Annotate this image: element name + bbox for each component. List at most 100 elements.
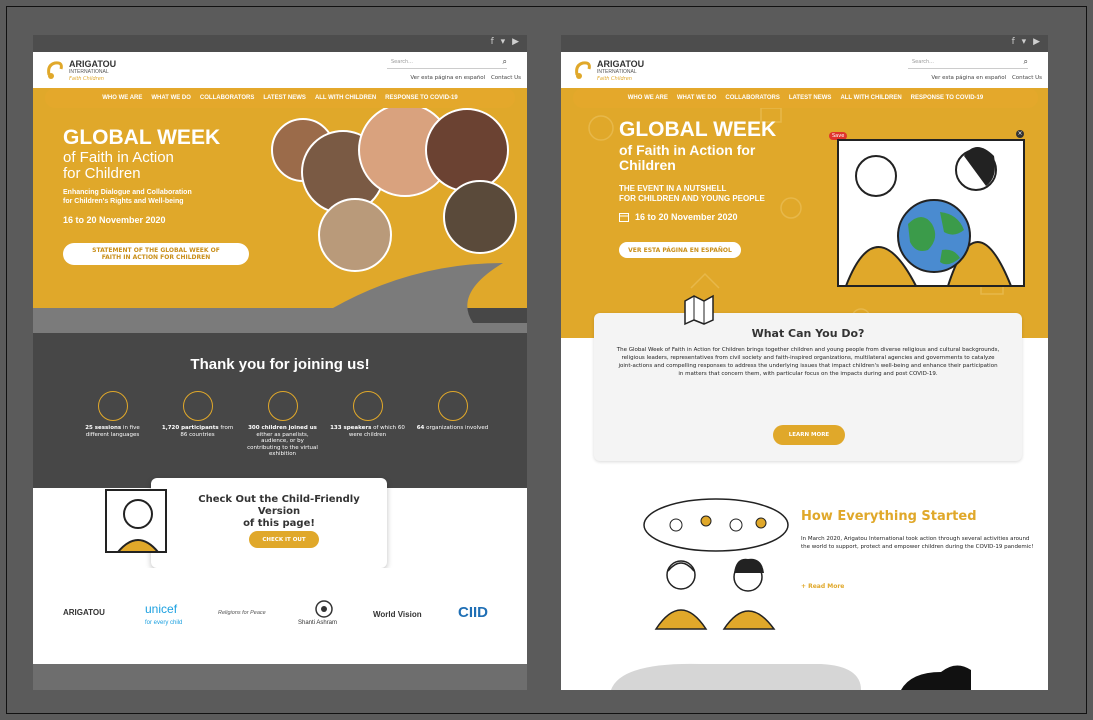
nav-item-all-with-children[interactable]: ALL WITH CHILDREN <box>315 95 376 101</box>
social-icons[interactable]: f ▾ ▶ <box>491 37 521 47</box>
what-can-you-do-card: What Can You Do? The Global Week of Fait… <box>594 294 1022 461</box>
photo-circle-4 <box>425 108 509 192</box>
nav-item-collaborators[interactable]: COLLABORATORS <box>725 95 779 101</box>
how-body: In March 2020, Arigatou International to… <box>801 536 1034 550</box>
logo-tag: Faith Children <box>69 76 104 82</box>
child-card-title: Check Out the Child-Friendly Version of … <box>198 494 360 529</box>
nav-item-response-to-covid-19[interactable]: RESPONSE TO COVID-19 <box>911 95 984 101</box>
talking-kids-illustration <box>637 496 795 630</box>
top-bar: f ▾ ▶ <box>33 35 527 52</box>
partner-world-vision[interactable]: World Vision <box>373 610 422 619</box>
spanish-link[interactable]: Ver esta página en español <box>931 75 1006 81</box>
nav-item-response-to-covid-19[interactable]: RESPONSE TO COVID-19 <box>385 95 458 101</box>
partner-shanti-ashram[interactable]: Shanti Ashram <box>298 620 337 626</box>
what-card-body: The Global Week of Faith in Action for C… <box>616 347 1000 377</box>
map-icon <box>684 294 714 326</box>
statement-button-line2: FAITH IN ACTION FOR CHILDREN <box>101 254 211 261</box>
partner-unicef-tagline: for every child <box>145 620 183 626</box>
arigatou-logo[interactable]: ARIGATOU INTERNATIONAL Faith Children <box>45 57 155 85</box>
nav-item-what-we-do[interactable]: WHAT WE DO <box>151 95 191 101</box>
check-it-out-button[interactable]: CHECK IT OUT <box>249 531 319 548</box>
header-links: Ver esta página en español Contact Us <box>406 75 521 81</box>
logo-name: ARIGATOU <box>597 59 645 69</box>
stat-organizations: 64 organizations involved <box>415 391 490 432</box>
hero-section: GLOBAL WEEK of Faith in Action for Child… <box>561 88 1048 338</box>
how-heading: How Everything Started <box>801 509 977 524</box>
calendar-icon <box>619 213 629 222</box>
spanish-link[interactable]: Ver esta página en español <box>410 75 485 81</box>
hero-subtitle-2: Children <box>619 157 676 173</box>
search-input[interactable]: Search... ⌕ <box>908 57 1028 69</box>
hero-subtitle-1: of Faith in Action <box>63 149 174 166</box>
network-icon <box>437 391 468 421</box>
speech-icon <box>97 391 128 421</box>
nav-item-who-we-are[interactable]: WHO WE ARE <box>628 95 668 101</box>
hero-dates: 16 to 20 November 2020 <box>63 215 166 225</box>
social-icons[interactable]: f ▾ ▶ <box>1012 37 1042 47</box>
bottom-decoration <box>611 663 971 690</box>
graduation-icon <box>182 391 213 421</box>
site-header: ARIGATOU INTERNATIONAL Faith Children Se… <box>33 52 527 88</box>
hero-title: GLOBAL WEEK <box>63 126 221 149</box>
stat-speakers: 133 speakers of which 60 were children <box>330 391 405 438</box>
kids-globe-illustration <box>837 139 1025 287</box>
contact-link[interactable]: Contact Us <box>491 75 521 81</box>
header-links: Ver esta página en español Contact Us <box>927 75 1042 81</box>
nutshell-line-2: FOR CHILDREN AND YOUNG PEOPLE <box>619 194 765 203</box>
partner-arigatou[interactable]: ARIGATOU <box>63 608 105 617</box>
statement-button[interactable]: STATEMENT OF THE GLOBAL WEEK OF FAITH IN… <box>63 243 249 265</box>
search-placeholder: Search... <box>391 59 413 65</box>
partner-religions-for-peace[interactable]: Religions for Peace <box>218 610 266 616</box>
search-placeholder: Search... <box>912 59 934 65</box>
nav-item-latest-news[interactable]: LATEST NEWS <box>789 95 832 101</box>
thanks-heading: Thank you for joining us! <box>190 356 370 373</box>
stat-participants: 1,720 participants from 86 countries <box>160 391 235 438</box>
nav-item-collaborators[interactable]: COLLABORATORS <box>200 95 254 101</box>
nav-item-who-we-are[interactable]: WHO WE ARE <box>102 95 142 101</box>
child-version-page: f ▾ ▶ ARIGATOU INTERNATIONAL Faith Child… <box>561 35 1048 690</box>
hero-title: GLOBAL WEEK <box>619 118 777 141</box>
spanish-version-button[interactable]: VER ESTA PÁGINA EN ESPAÑOL <box>619 242 741 258</box>
search-input[interactable]: Search... ⌕ <box>387 57 507 69</box>
logo-name: ARIGATOU <box>69 59 117 69</box>
logo-sub: INTERNATIONAL <box>69 69 109 75</box>
logo-tag: Faith Children <box>597 76 632 82</box>
search-icon[interactable]: ⌕ <box>503 57 507 67</box>
arigatou-logo[interactable]: ARIGATOU INTERNATIONAL Faith Children <box>573 57 683 85</box>
hero-dates: 16 to 20 November 2020 <box>635 212 738 222</box>
statement-button-line1: STATEMENT OF THE GLOBAL WEEK OF <box>92 247 220 254</box>
thanks-section: Thank you for joining us! 25 sessions in… <box>33 263 527 488</box>
nav-item-latest-news[interactable]: LATEST NEWS <box>263 95 306 101</box>
main-nav: WHO WE ARE WHAT WE DO COLLABORATORS LATEST … <box>45 88 515 108</box>
photo-circle-6 <box>443 180 517 254</box>
nav-item-all-with-children[interactable]: ALL WITH CHILDREN <box>840 95 901 101</box>
child-friendly-card: Check Out the Child-Friendly Version of … <box>105 478 387 568</box>
stat-sessions: 25 sessions in five different languages <box>75 391 150 438</box>
photo-circle-5 <box>318 198 392 272</box>
hero-subtitle-2: for Children <box>63 165 141 182</box>
logo-mark-icon <box>575 61 591 79</box>
partner-unicef[interactable]: unicef <box>145 602 177 616</box>
main-nav: WHO WE ARE WHAT WE DO COLLABORATORS LATEST … <box>573 88 1038 108</box>
footer-band <box>33 664 527 690</box>
hero-tagline-1: Enhancing Dialogue and Collaboration <box>63 189 192 196</box>
hero-tagline-2: for Children's Rights and Well-being <box>63 198 184 205</box>
shanti-ashram-icon <box>315 600 333 618</box>
logo-mark-icon <box>47 61 63 79</box>
partner-ciid[interactable]: CIID <box>458 604 488 621</box>
logo-sub: INTERNATIONAL <box>597 69 637 75</box>
stat-children: 300 children joined us either as panelis… <box>245 391 320 458</box>
adult-version-page: f ▾ ▶ ARIGATOU INTERNATIONAL Faith Child… <box>33 35 527 690</box>
close-icon[interactable]: × <box>1016 130 1024 138</box>
people-icon <box>267 391 298 421</box>
presentation-icon <box>352 391 383 421</box>
hero-subtitle-1: of Faith in Action for <box>619 142 756 158</box>
top-bar: f ▾ ▶ <box>561 35 1048 52</box>
nav-item-what-we-do[interactable]: WHAT WE DO <box>677 95 717 101</box>
search-icon[interactable]: ⌕ <box>1024 57 1028 67</box>
learn-more-button[interactable]: LEARN MORE <box>773 425 845 445</box>
contact-link[interactable]: Contact Us <box>1012 75 1042 81</box>
waving-child-icon <box>105 489 167 553</box>
read-more-link[interactable]: + Read More <box>801 583 844 590</box>
site-header: ARIGATOU INTERNATIONAL Faith Children Se… <box>561 52 1048 88</box>
